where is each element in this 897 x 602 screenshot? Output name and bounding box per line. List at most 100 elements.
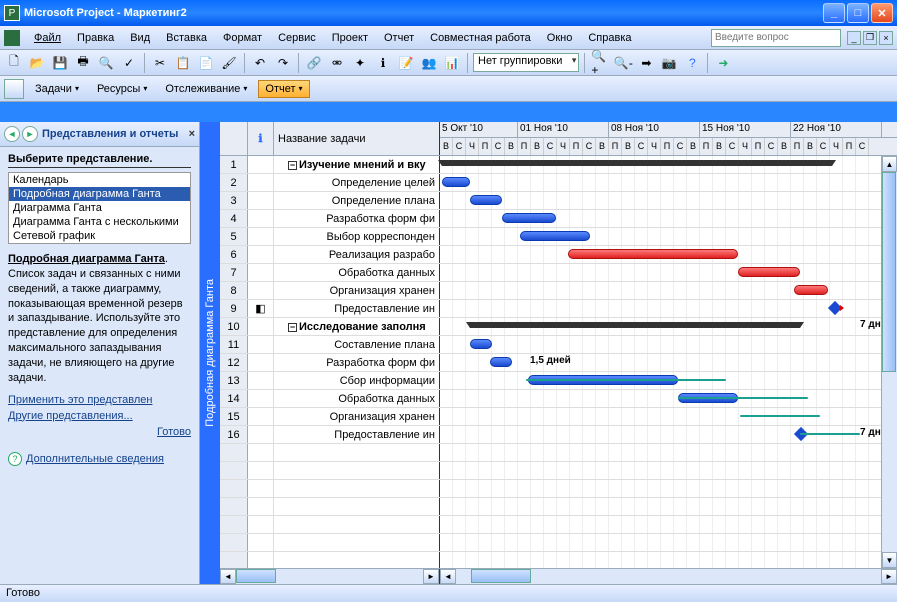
other-views-link[interactable]: Другие представления... (8, 410, 191, 422)
gantt-bar[interactable] (470, 195, 502, 205)
menu-view[interactable]: Вид (122, 29, 158, 47)
row-number[interactable]: 8 (220, 282, 248, 299)
minimize-button[interactable]: _ (823, 3, 845, 23)
view-list-item[interactable]: Сетевой график (9, 229, 190, 243)
table-row[interactable]: 7Обработка данных (220, 264, 897, 282)
print-icon[interactable]: 🖶 (73, 53, 93, 73)
table-row[interactable]: 3Определение плана (220, 192, 897, 210)
task-name-cell[interactable]: −Изучение мнений и вку (274, 156, 440, 173)
table-row[interactable]: 11 Составление плана (220, 336, 897, 354)
scroll-up-icon[interactable]: ▲ (882, 156, 897, 172)
info-icon[interactable]: ℹ (373, 53, 393, 73)
menu-help[interactable]: Справка (580, 29, 639, 47)
task-name-cell[interactable]: Составление плана (274, 336, 440, 353)
menu-report[interactable]: Отчет (376, 29, 422, 47)
menu-project[interactable]: Проект (324, 29, 376, 47)
view-list-item[interactable]: Календарь (9, 173, 190, 187)
gantt-cell[interactable] (440, 246, 897, 263)
mdi-close[interactable]: × (879, 31, 893, 45)
row-number[interactable]: 3 (220, 192, 248, 209)
table-row[interactable]: 14 Обработка данных (220, 390, 897, 408)
table-row[interactable]: 4 Разработка форм фи (220, 210, 897, 228)
vertical-view-tab[interactable]: Подробная диаграмма Ганта (200, 122, 220, 584)
hscroll-left-l[interactable]: ◄ (220, 569, 236, 584)
table-row-empty[interactable] (220, 444, 897, 462)
vb-report[interactable]: Отчет▾ (258, 80, 309, 98)
view-list-item[interactable]: Подробная диаграмма Ганта (9, 187, 190, 201)
hscroll-thumb-right[interactable] (471, 569, 531, 583)
back-icon[interactable]: ◄ (4, 126, 20, 142)
apply-view-link[interactable]: Применить это представлен (8, 394, 191, 406)
row-number[interactable]: 11 (220, 336, 248, 353)
select-all-corner[interactable] (220, 122, 248, 155)
row-number[interactable]: 4 (220, 210, 248, 227)
gantt-cell[interactable] (440, 336, 897, 353)
menu-edit[interactable]: Правка (69, 29, 122, 47)
row-number[interactable]: 16 (220, 426, 248, 443)
row-number[interactable]: 7 (220, 264, 248, 281)
unlink-icon[interactable]: ⚮ (327, 53, 347, 73)
row-number[interactable]: 2 (220, 174, 248, 191)
task-name-cell[interactable]: Выбор корреспонден (274, 228, 440, 245)
task-name-cell[interactable]: Обработка данных (274, 390, 440, 407)
menu-window[interactable]: Окно (539, 29, 581, 47)
vb-tasks[interactable]: Задачи▾ (28, 80, 86, 98)
table-row[interactable]: 12Разработка форм фи1,5 дней (220, 354, 897, 372)
split-icon[interactable]: ✦ (350, 53, 370, 73)
copy-icon[interactable]: 📋 (173, 53, 193, 73)
table-row-empty[interactable] (220, 552, 897, 568)
table-row[interactable]: 10−Исследование заполня7 дней (220, 318, 897, 336)
vertical-scrollbar[interactable]: ▲ ▼ (881, 156, 897, 568)
gantt-bar[interactable] (794, 285, 828, 295)
row-number[interactable]: 14 (220, 390, 248, 407)
close-button[interactable]: ✕ (871, 3, 893, 23)
gantt-cell[interactable] (440, 228, 897, 245)
table-row[interactable]: 15Организация хранен (220, 408, 897, 426)
hscroll-right-l[interactable]: ► (423, 569, 439, 584)
task-name-cell[interactable]: Сбор информации (274, 372, 440, 389)
gantt-cell[interactable] (440, 282, 897, 299)
gantt-bar[interactable] (442, 177, 470, 187)
menu-insert[interactable]: Вставка (158, 29, 215, 47)
row-number[interactable]: 5 (220, 228, 248, 245)
table-row[interactable]: 8 Организация хранен (220, 282, 897, 300)
guide-icon[interactable] (4, 79, 24, 99)
task-name-cell[interactable]: −Исследование заполня (274, 318, 440, 335)
task-name-cell[interactable]: Реализация разрабо (274, 246, 440, 263)
gantt-bar[interactable] (568, 249, 738, 259)
sidepane-close-icon[interactable]: × (189, 128, 195, 140)
mdi-restore[interactable]: ❐ (863, 31, 877, 45)
maximize-button[interactable]: □ (847, 3, 869, 23)
table-row[interactable]: 2Определение целей (220, 174, 897, 192)
gantt-cell[interactable] (440, 372, 897, 389)
gantt-cell[interactable] (440, 390, 897, 407)
arrow-icon[interactable]: ➜ (713, 53, 733, 73)
row-number[interactable]: 6 (220, 246, 248, 263)
redo-icon[interactable]: ↷ (273, 53, 293, 73)
new-icon[interactable]: 🗋 (4, 53, 24, 73)
gantt-bar[interactable] (442, 160, 832, 166)
gantt-cell[interactable] (440, 264, 897, 281)
save-icon[interactable]: 💾 (50, 53, 70, 73)
format-painter-icon[interactable]: 🖌 (219, 53, 239, 73)
task-name-cell[interactable]: Организация хранен (274, 282, 440, 299)
gantt-bar[interactable] (470, 339, 492, 349)
zoom-out-icon[interactable]: 🔍- (613, 53, 633, 73)
gantt-cell[interactable] (440, 156, 897, 173)
gantt-cell[interactable] (440, 192, 897, 209)
done-link[interactable]: Готово (8, 426, 191, 438)
gantt-cell[interactable] (440, 300, 897, 317)
row-number[interactable]: 1 (220, 156, 248, 173)
table-row[interactable]: 16Предоставление ин7 дней (220, 426, 897, 444)
gantt-bar[interactable] (490, 357, 512, 367)
task-name-cell[interactable]: Разработка форм фи (274, 210, 440, 227)
view-list[interactable]: КалендарьПодробная диаграмма ГантаДиагра… (8, 172, 191, 244)
open-icon[interactable]: 📂 (27, 53, 47, 73)
gantt-cell[interactable]: 7 дней (440, 426, 897, 443)
row-number[interactable]: 15 (220, 408, 248, 425)
help-icon[interactable]: ? (682, 53, 702, 73)
hscroll-right-r[interactable]: ► (881, 569, 897, 584)
table-row-empty[interactable] (220, 516, 897, 534)
link-icon[interactable]: 🔗 (304, 53, 324, 73)
hscroll-thumb-left[interactable] (236, 569, 276, 583)
